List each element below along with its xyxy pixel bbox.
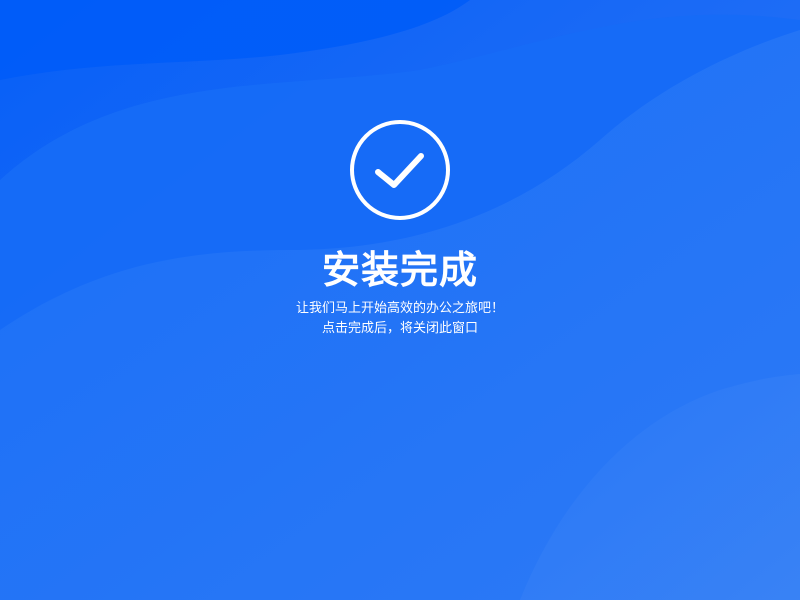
subtitle-line-2: 点击完成后，将关闭此窗口: [321, 321, 478, 336]
check-circle-icon: [350, 120, 450, 220]
page-title: 安装完成: [321, 248, 478, 292]
completion-panel: 安装完成 让我们马上开始高效的办公之旅吧！ 点击完成后，将关闭此窗口: [0, 0, 800, 600]
subtitle-line-1: 让我们马上开始高效的办公之旅吧！: [295, 301, 504, 316]
